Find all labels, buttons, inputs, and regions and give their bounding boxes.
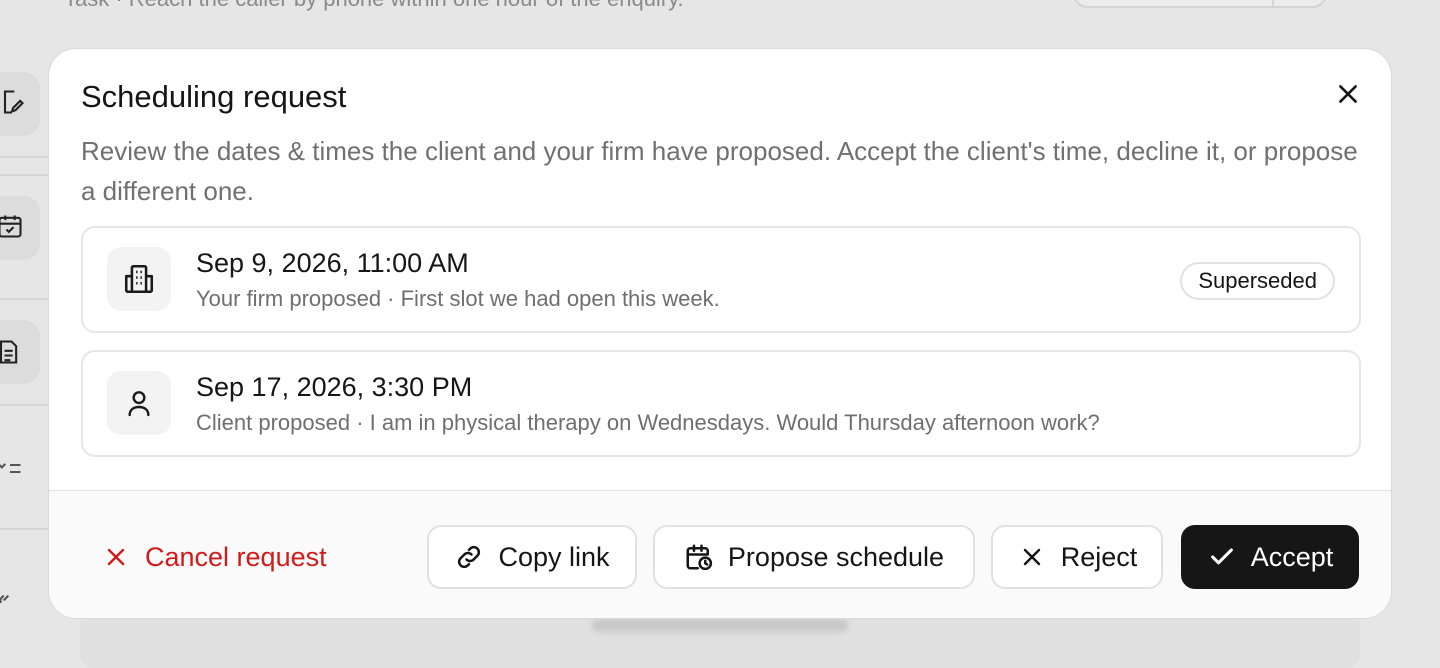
- proposed-slot-client: Sep 17, 2026, 3:30 PM Client proposed · …: [81, 350, 1361, 457]
- scheduling-request-dialog: Scheduling request Review the dates & ti…: [48, 48, 1392, 619]
- building-icon: [124, 264, 154, 294]
- cancel-request-label: Cancel request: [145, 541, 327, 572]
- accept-button[interactable]: Accept: [1181, 525, 1359, 589]
- proposed-slot-firm: Sep 9, 2026, 11:00 AM Your firm proposed…: [81, 226, 1361, 333]
- background-rail-divider: [0, 528, 48, 530]
- dialog-footer: Cancel request Copy link Propose schedul…: [49, 490, 1391, 618]
- person-icon: [128, 391, 150, 417]
- edit-doc-icon: [3, 90, 24, 114]
- copy-link-button[interactable]: Copy link: [427, 525, 637, 589]
- slot-meta: Your firm proposed · First slot we had o…: [196, 286, 720, 311]
- propose-schedule-label: Propose schedule: [727, 541, 945, 572]
- checklist-icon: [0, 463, 21, 474]
- close-icon: [101, 542, 131, 572]
- background-rail-divider: [0, 298, 48, 300]
- background-bottom-button: [592, 618, 848, 632]
- link-icon: [454, 542, 484, 572]
- reject-label: Reject: [1060, 541, 1138, 572]
- slot-icon-tile: [107, 371, 171, 435]
- slot-meta: Client proposed · I am in physical thera…: [196, 410, 1100, 435]
- slot-datetime: Sep 9, 2026, 11:00 AM: [196, 248, 469, 278]
- background-rail-divider: [0, 156, 48, 158]
- calendar-clock-icon: [684, 542, 714, 572]
- document-icon: [0, 340, 18, 364]
- accept-label: Accept: [1250, 541, 1334, 572]
- background-rail-divider: [0, 404, 48, 406]
- dialog-title: Scheduling request: [81, 79, 347, 114]
- background-rail-divider: [0, 174, 48, 176]
- cancel-request-button[interactable]: Cancel request: [101, 525, 361, 589]
- check-icon: [1207, 542, 1237, 572]
- slot-icon-tile: [107, 247, 171, 311]
- close-button[interactable]: [1331, 77, 1365, 111]
- propose-schedule-button[interactable]: Propose schedule: [653, 525, 975, 589]
- close-icon: [1339, 85, 1357, 103]
- status-badge: Superseded: [1180, 262, 1335, 300]
- link-icon: [0, 594, 10, 604]
- calendar-check-icon: [0, 215, 22, 238]
- dialog-description: Review the dates & times the client and …: [81, 136, 1358, 206]
- copy-link-label: Copy link: [498, 541, 610, 572]
- background-task-text: Task · Reach the caller by phone within …: [64, 0, 684, 12]
- close-icon: [1017, 542, 1047, 572]
- reject-button[interactable]: Reject: [991, 525, 1163, 589]
- slot-datetime: Sep 17, 2026, 3:30 PM: [196, 372, 473, 402]
- background-split-control: [1072, 0, 1328, 8]
